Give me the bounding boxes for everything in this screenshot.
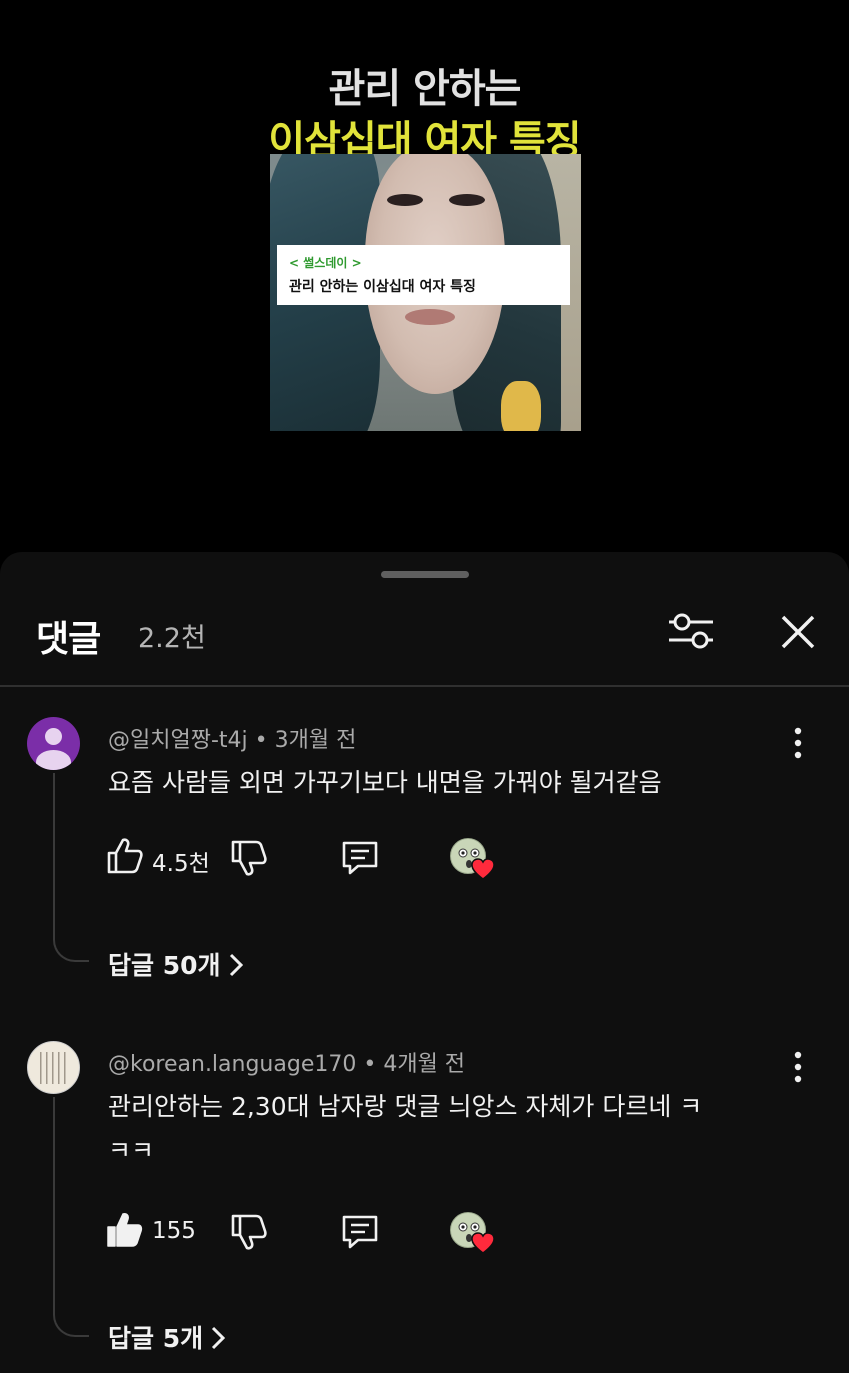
comments-count: 2.2천 <box>138 623 206 654</box>
close-button[interactable] <box>776 610 820 654</box>
like-count: 4.5천 <box>152 851 210 877</box>
comment-author[interactable]: @korean.language170 <box>108 1052 356 1077</box>
comments-title: 댓글 <box>36 619 101 660</box>
sliders-icon <box>669 613 713 649</box>
creator-heart-badge <box>450 1212 498 1260</box>
sort-filter-button[interactable] <box>666 608 716 654</box>
thread-line <box>53 1097 89 1337</box>
comment-author[interactable]: @일치얼짱-t4j <box>108 728 248 753</box>
thumbs-up-icon <box>107 838 143 874</box>
comment-icon <box>342 1215 378 1249</box>
like-count: 155 <box>152 1218 196 1244</box>
more-vert-icon <box>794 1051 802 1083</box>
replies-label: 답글 50개 <box>108 951 221 980</box>
creator-heart-badge <box>450 838 498 886</box>
avatar[interactable] <box>27 1041 80 1094</box>
caption-text: 관리 안하는 이삼십대 여자 특징 <box>289 279 476 295</box>
comment-time: 3개월 전 <box>274 728 357 753</box>
comment-text-line: 요즘 사람들 외면 가꾸기보다 내면을 가꿔야 될거같음 <box>108 768 662 797</box>
comment-text: 요즘 사람들 외면 가꾸기보다 내면을 가꿔야 될거같음 <box>108 761 808 805</box>
dislike-button[interactable] <box>230 1212 268 1252</box>
chevron-right-icon <box>229 953 243 977</box>
video-player[interactable]: 관리 안하는 이삼십대 여자 특징 < 썰스데이 > 관리 안하는 이삼십대 여… <box>0 0 849 552</box>
more-options-button[interactable] <box>786 1050 810 1084</box>
video-title-line1: 관리 안하는 <box>328 66 522 112</box>
heart-icon <box>471 1232 495 1254</box>
comment-time: 4개월 전 <box>383 1052 466 1077</box>
meta-separator: • <box>247 728 275 753</box>
header-divider <box>0 685 849 687</box>
meta-separator: • <box>356 1052 384 1077</box>
thumbs-down-icon <box>231 840 267 876</box>
close-icon <box>781 615 815 649</box>
like-button[interactable] <box>106 836 144 876</box>
comment-meta: @일치얼짱-t4j • 3개월 전 <box>108 722 356 754</box>
video-caption-box: < 썰스데이 > 관리 안하는 이삼십대 여자 특징 <box>277 245 570 305</box>
heart-icon <box>471 858 495 880</box>
like-button[interactable] <box>106 1210 144 1250</box>
caption-tag: < 썰스데이 > <box>289 256 362 270</box>
replies-label: 답글 5개 <box>108 1324 204 1353</box>
thread-line <box>53 773 89 962</box>
thumbs-down-icon <box>231 1214 267 1250</box>
comment-text: 관리안하는 2,30대 남자랑 댓글 늬앙스 자체가 다르네 ㅋ ㅋㅋ <box>108 1085 808 1173</box>
more-options-button[interactable] <box>786 726 810 760</box>
comment-icon <box>342 841 378 875</box>
thumbs-up-filled-icon <box>107 1213 143 1247</box>
comment-text-line: 관리안하는 2,30대 남자랑 댓글 늬앙스 자체가 다르네 ㅋ <box>108 1092 703 1121</box>
avatar[interactable] <box>27 717 80 770</box>
reply-button[interactable] <box>340 1212 380 1252</box>
reply-button[interactable] <box>340 838 380 878</box>
comment-text-line: ㅋㅋ <box>108 1136 155 1165</box>
view-replies-button[interactable]: 답글 50개 <box>108 946 243 982</box>
more-vert-icon <box>794 727 802 759</box>
chevron-right-icon <box>212 1326 226 1350</box>
view-replies-button[interactable]: 답글 5개 <box>108 1319 226 1355</box>
comment-meta: @korean.language170 • 4개월 전 <box>108 1046 465 1078</box>
comments-sheet: 댓글 2.2천 @일치얼짱-t4j • 3개월 전 요즘 사람들 외면 가꾸기보… <box>0 552 849 1373</box>
dislike-button[interactable] <box>230 838 268 878</box>
drag-handle[interactable] <box>381 571 469 578</box>
